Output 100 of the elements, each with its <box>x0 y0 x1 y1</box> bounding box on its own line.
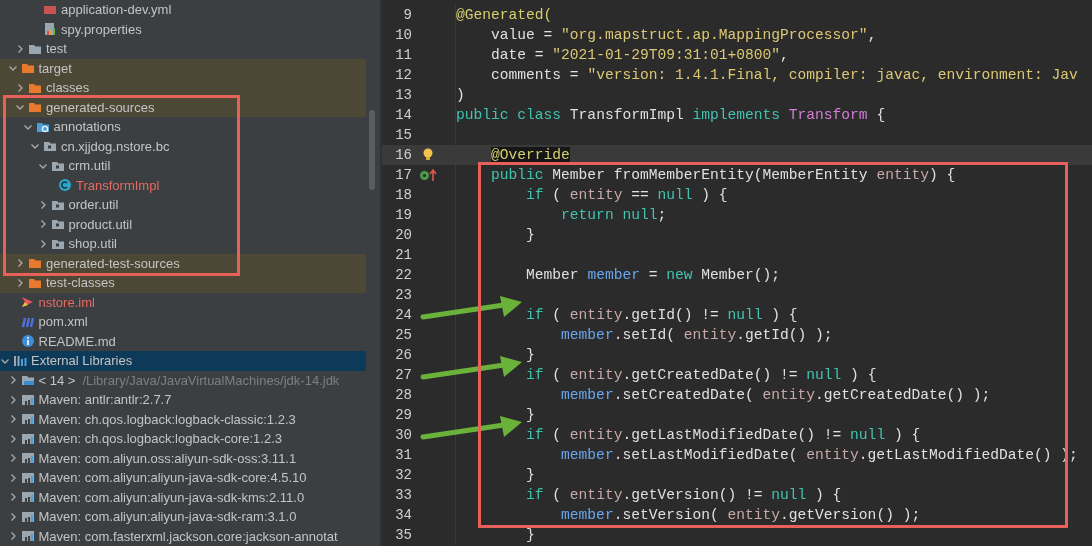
tree-item[interactable]: Maven: com.fasterxml.jackson.core:jackson-annotat <box>0 526 366 546</box>
line-number: 33 <box>394 487 412 503</box>
code-line: @Generated( <box>456 7 553 23</box>
line-number: 24 <box>394 307 412 323</box>
module-file-icon <box>20 295 35 310</box>
code-line: Member member = new Member(); <box>525 267 781 283</box>
code-line: if ( entity.getVersion() != null ) { <box>525 487 842 503</box>
tree-item[interactable]: README.md <box>0 331 366 351</box>
tree-item[interactable]: target <box>0 58 366 78</box>
line-number: 31 <box>394 447 412 463</box>
code-line: } <box>525 527 535 543</box>
tree-item[interactable]: pom.xml <box>0 312 366 332</box>
tree-item[interactable]: Maven: ch.qos.logback:logback-classic:1.2.3 <box>0 409 366 429</box>
line-number: 26 <box>394 347 412 363</box>
override-marker-icon[interactable] <box>419 168 437 182</box>
code-line: public class TransformImpl implements Transform { <box>456 107 886 123</box>
line-number: 15 <box>394 127 412 143</box>
tree-item[interactable]: application-dev.yml <box>0 0 366 20</box>
properties-file-icon <box>43 22 57 37</box>
line-number: 34 <box>394 507 412 523</box>
line-number: 19 <box>394 207 412 223</box>
line-number: 29 <box>394 407 412 423</box>
folder-icon <box>20 61 35 76</box>
line-number: 14 <box>394 107 412 123</box>
package-icon <box>50 217 65 232</box>
line-number: 20 <box>394 227 412 243</box>
line-number: 22 <box>394 267 412 283</box>
folder-icon <box>28 256 42 271</box>
tree-item[interactable]: Maven: com.aliyun:aliyun-java-sdk-core:4.5.10 <box>0 468 366 488</box>
jdk-icon <box>20 373 35 388</box>
chevron-right-icon[interactable] <box>15 43 25 54</box>
library-icon <box>20 392 35 407</box>
line-number: 17 <box>394 167 412 183</box>
chevron-right-icon[interactable] <box>15 258 25 269</box>
scrollbar-thumb[interactable] <box>369 110 375 190</box>
library-icon <box>20 509 35 524</box>
line-number: 9 <box>402 7 412 23</box>
line-number: 23 <box>394 287 412 303</box>
line-number: 11 <box>394 47 412 63</box>
tree-item[interactable]: Maven: com.aliyun:aliyun-java-sdk-ram:3.1.0 <box>0 507 366 527</box>
line-number: 28 <box>394 387 412 403</box>
libraries-icon <box>13 353 27 368</box>
tree-item[interactable]: shop.util <box>0 234 366 254</box>
code-line: } <box>525 347 535 363</box>
tree-item[interactable]: annotations <box>0 117 366 137</box>
line-number: 18 <box>394 187 412 203</box>
folder-icon <box>28 100 42 115</box>
line-number: 10 <box>394 27 412 43</box>
library-icon <box>20 470 35 485</box>
line-number: 30 <box>394 427 412 443</box>
class-icon <box>58 178 72 193</box>
tree-item[interactable]: Maven: com.aliyun.oss:aliyun-sdk-oss:3.11.1 <box>0 448 366 468</box>
line-number: 32 <box>394 467 412 483</box>
line-number: 12 <box>394 67 412 83</box>
code-line: if ( entity == null ) { <box>525 187 728 203</box>
tree-item[interactable]: Maven: antlr:antlr:2.7.7 <box>0 390 366 410</box>
library-icon <box>20 451 35 466</box>
code-line: member.setCreatedDate( entity.getCreatedDate() ); <box>560 387 991 403</box>
code-line: if ( entity.getId() != null ) { <box>525 307 798 323</box>
code-line: date = "2021-01-29T09:31:01+0800", <box>490 47 789 63</box>
tree-item[interactable]: classes <box>0 78 366 98</box>
tree-item[interactable]: generated-test-sources <box>0 253 366 273</box>
code-line: return null; <box>560 207 667 223</box>
tree-item[interactable]: test <box>0 39 366 59</box>
code-line: if ( entity.getCreatedDate() != null ) { <box>525 367 877 383</box>
chevron-right-icon[interactable] <box>15 82 25 93</box>
code-line: comments = "version: 1.4.1.Final, compiler: javac, environment: Jav <box>490 67 1078 83</box>
tree-item[interactable]: TransformImpl <box>0 175 366 195</box>
package-icon <box>43 139 57 154</box>
code-line: } <box>525 467 535 483</box>
tree-item[interactable]: < 14 > /Library/Java/JavaVirtualMachines/jdk-14.jdk <box>0 370 366 390</box>
tree-item[interactable]: order.util <box>0 195 366 215</box>
lightbulb-icon[interactable] <box>422 148 434 162</box>
tree-item[interactable]: nstore.iml <box>0 292 366 312</box>
tree-item[interactable]: Maven: com.aliyun:aliyun-java-sdk-kms:2.11.0 <box>0 487 366 507</box>
code-line: member.setId( entity.getId() ); <box>560 327 833 343</box>
line-number: 35 <box>394 527 412 543</box>
tree-item[interactable]: spy.properties <box>0 19 366 39</box>
chevron-right-icon[interactable] <box>15 277 25 288</box>
code-line: ) <box>456 87 465 103</box>
line-number: 25 <box>394 327 412 343</box>
code-line: } <box>525 227 535 243</box>
tree-item[interactable]: cn.xjjdog.nstore.bc <box>0 136 366 156</box>
code-line: } <box>525 407 535 423</box>
info-file-icon <box>20 334 35 349</box>
tree-item[interactable]: product.util <box>0 214 366 234</box>
library-icon <box>20 412 35 427</box>
line-number: 16 <box>394 147 412 163</box>
line-number: 21 <box>394 247 412 263</box>
tree-item[interactable]: External Libraries <box>0 351 366 371</box>
code-line: if ( entity.getLastModifiedDate() != null ) { <box>525 427 921 443</box>
tree-item[interactable]: Maven: ch.qos.logback:logback-core:1.2.3 <box>0 429 366 449</box>
tree-item[interactable]: crm.util <box>0 156 366 176</box>
library-icon <box>20 431 35 446</box>
code-line: member.setVersion( entity.getVersion() ); <box>560 507 921 523</box>
code-line: value = "org.mapstruct.ap.MappingProcessor", <box>490 27 877 43</box>
line-number: 13 <box>394 87 412 103</box>
code-line: public Member fromMemberEntity(MemberEntity entity) { <box>490 167 956 183</box>
line-number: 27 <box>394 367 412 383</box>
library-icon <box>20 490 35 505</box>
